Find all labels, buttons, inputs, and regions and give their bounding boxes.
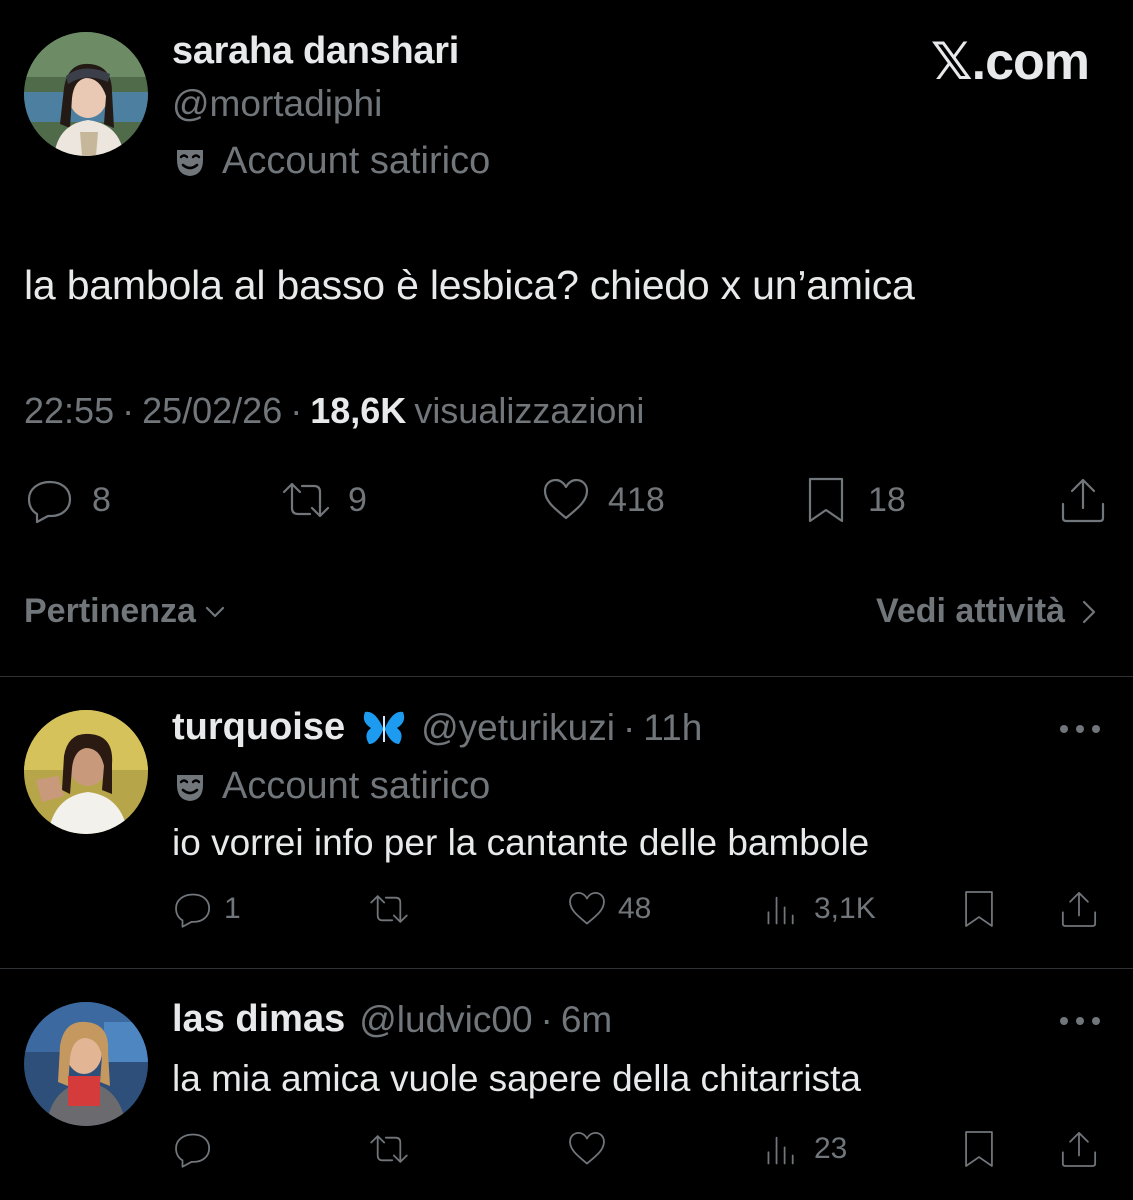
like-count: 48 <box>618 892 652 925</box>
bookmark-button[interactable] <box>958 888 1000 930</box>
bookmark-icon <box>965 1131 993 1167</box>
views-button[interactable]: 23 <box>762 1128 847 1170</box>
like-count: 418 <box>608 480 665 519</box>
repost-icon <box>370 895 408 923</box>
butterfly-icon <box>363 711 405 744</box>
bookmark-button[interactable] <box>958 1128 1000 1170</box>
like-button[interactable]: 418 <box>540 474 665 526</box>
views-count: 3,1K <box>814 892 876 925</box>
chevron-right-icon <box>1082 600 1096 623</box>
satire-label-text: Account satirico <box>222 765 491 807</box>
reply-action-bar: 23 <box>0 1128 1133 1178</box>
author-handle[interactable]: @mortadiphi <box>172 83 382 125</box>
heart-icon <box>543 478 589 520</box>
analytics-icon <box>767 896 794 925</box>
tweet-action-bar: 8 9 418 18 <box>0 474 1133 530</box>
reply-author-handle[interactable]: @ludvic00 <box>359 999 532 1041</box>
sort-label: Pertinenza <box>24 592 196 630</box>
bookmark-icon <box>965 891 993 927</box>
reply-action-bar: 1 48 3,1K <box>0 888 1133 938</box>
author-name[interactable]: saraha danshari <box>172 30 459 73</box>
reply-author-name[interactable]: las dimas <box>172 998 345 1041</box>
analytics-icon <box>767 1136 794 1165</box>
views-button[interactable]: 3,1K <box>762 888 876 930</box>
reply-button[interactable] <box>172 1128 224 1170</box>
like-button[interactable]: 48 <box>566 888 651 930</box>
reply-icon <box>175 1133 211 1168</box>
share-button[interactable] <box>1057 474 1109 526</box>
more-options-icon[interactable] <box>1057 1014 1103 1028</box>
sort-dropdown[interactable]: Pertinenza <box>24 592 228 631</box>
share-button[interactable] <box>1058 1128 1100 1170</box>
views-label: visualizzazioni <box>414 390 645 431</box>
share-icon <box>1061 478 1105 523</box>
bookmark-icon <box>808 477 844 523</box>
repost-button[interactable] <box>368 888 420 930</box>
heart-icon <box>569 891 605 925</box>
meta-separator: · <box>122 390 135 431</box>
more-options-icon[interactable] <box>1057 722 1103 736</box>
views-count: 23 <box>814 1132 848 1165</box>
brand-logo: 𝕏.com <box>930 33 1090 91</box>
reply-avatar[interactable] <box>24 710 148 834</box>
tweet-time[interactable]: 22:55 <box>24 390 114 432</box>
views-count: 18,6K <box>310 390 407 431</box>
reply-count: 8 <box>92 480 111 519</box>
reply-text: la mia amica vuole sapere della chitarri… <box>172 1058 861 1099</box>
reply-icon <box>175 893 211 928</box>
tweet-meta: 22:55 · 25/02/26 · 18,6K visualizzazioni <box>24 390 644 432</box>
satire-account-label: Account satirico <box>172 140 490 183</box>
bookmark-count: 18 <box>868 480 906 519</box>
reply-avatar[interactable] <box>24 1002 148 1126</box>
reply-button[interactable]: 8 <box>24 474 111 526</box>
tweet-text: la bambola al basso è lesbica? chiedo x … <box>24 262 915 308</box>
meta-separator: · <box>290 390 303 431</box>
repost-button[interactable]: 9 <box>280 474 367 526</box>
reply-author-handle[interactable]: @yeturikuzi <box>421 707 615 749</box>
reply-header: las dimas @ludvic00 · 6m <box>172 998 612 1041</box>
share-icon <box>1061 891 1097 927</box>
reply-count: 1 <box>224 892 241 925</box>
activity-label: Vedi attività <box>876 592 1065 630</box>
tweet-thread-screen: saraha danshari @mortadiphi Account sati… <box>0 0 1133 1200</box>
repost-icon <box>370 1135 408 1163</box>
heart-icon <box>569 1131 605 1165</box>
tweet-date[interactable]: 25/02/26 <box>142 390 282 432</box>
view-activity-link[interactable]: Vedi attività <box>876 592 1099 631</box>
repost-count: 9 <box>348 480 367 519</box>
theater-mask-icon <box>177 149 203 176</box>
reply-icon <box>27 480 72 524</box>
reply-text: io vorrei info per la cantante delle bam… <box>172 822 870 863</box>
reply-time[interactable]: 11h <box>643 707 702 749</box>
meta-separator: · <box>540 998 553 1040</box>
reply-time[interactable]: 6m <box>561 999 612 1041</box>
satire-label-text: Account satirico <box>222 140 491 182</box>
reply-button[interactable]: 1 <box>172 888 241 930</box>
chevron-down-icon <box>205 606 225 617</box>
repost-icon <box>282 482 330 518</box>
satire-account-label: Account satirico <box>172 765 490 808</box>
reply-header: turquoise @yeturikuzi · 11h <box>172 706 702 749</box>
like-button[interactable] <box>566 1128 618 1170</box>
share-icon <box>1061 1131 1097 1167</box>
share-button[interactable] <box>1058 888 1100 930</box>
author-avatar[interactable] <box>24 32 148 156</box>
divider <box>0 676 1133 677</box>
divider <box>0 968 1133 969</box>
repost-button[interactable] <box>368 1128 420 1170</box>
reply-author-name[interactable]: turquoise <box>172 706 345 749</box>
theater-mask-icon <box>177 774 203 801</box>
bookmark-button[interactable]: 18 <box>800 474 906 526</box>
meta-separator: · <box>622 706 636 748</box>
